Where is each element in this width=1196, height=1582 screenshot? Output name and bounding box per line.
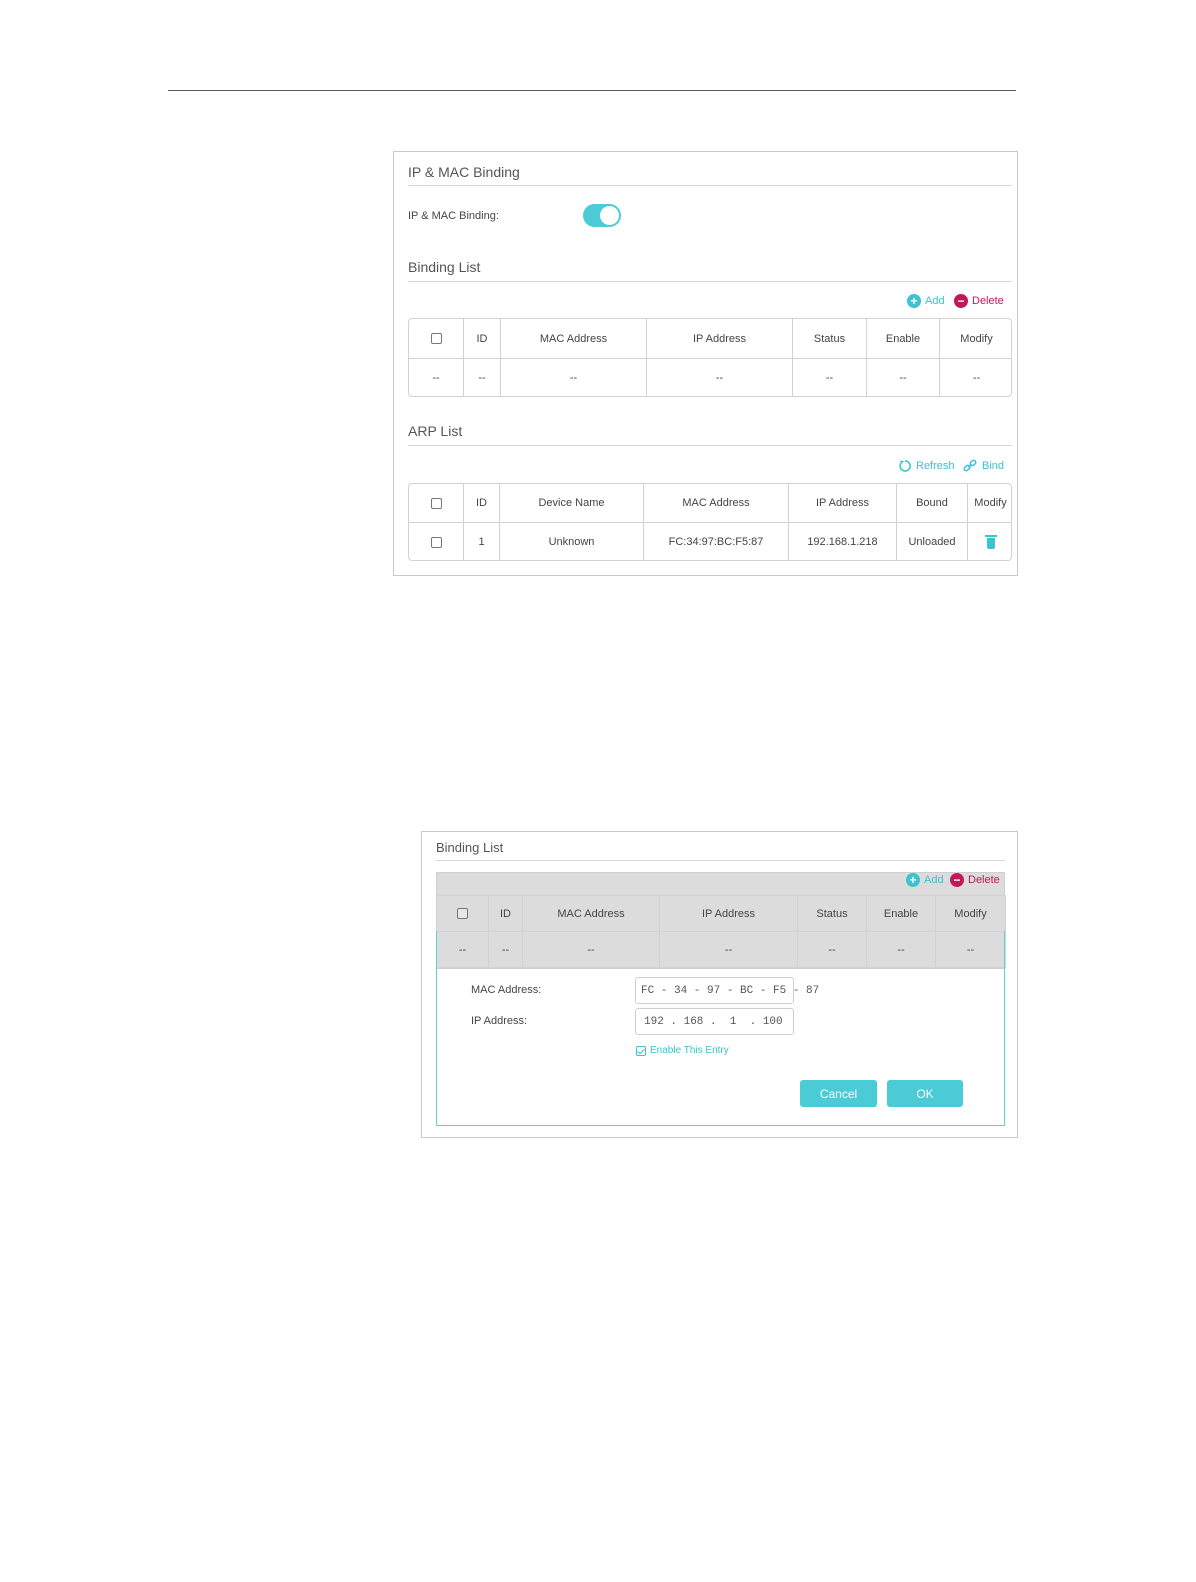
col-header: Modify [939,319,1011,359]
delete-button[interactable]: − Delete [950,873,1000,887]
binding-list-title: Binding List [436,840,504,855]
col-header: ID [488,895,523,932]
enable-entry-checkbox[interactable]: Enable This Entry [636,1045,729,1056]
ip-address-field[interactable]: 192 . 168 . 1 . 100 [635,1008,794,1035]
select-all-cell [409,484,464,523]
select-all-cell [436,895,489,932]
link-icon [963,459,977,472]
col-header: Modify [935,895,1006,932]
binding-list-title: Binding List [408,259,481,275]
table-cell: Unloaded [896,522,968,560]
delete-label: Delete [968,874,1000,886]
col-header: Bound [896,484,968,523]
ok-button[interactable]: OK [887,1080,963,1107]
refresh-icon [899,460,911,472]
table-cell: -- [939,358,1011,396]
mac-address-label: MAC Address: [471,984,542,996]
col-header: Status [797,895,867,932]
table-cell: Unknown [499,522,644,560]
select-all-checkbox[interactable] [457,908,468,920]
enable-entry-label: Enable This Entry [650,1045,729,1056]
minus-circle-icon: − [954,294,968,308]
plus-circle-icon: + [907,294,921,308]
select-all-cell [409,319,464,359]
add-button[interactable]: + Add [906,873,944,887]
delete-button[interactable]: − Delete [954,294,1004,308]
select-all-checkbox[interactable] [430,333,442,345]
section-divider [436,860,1005,861]
refresh-button[interactable]: Refresh [898,459,955,473]
table-row: -- -- -- -- -- -- -- [409,358,1011,396]
cancel-button[interactable]: Cancel [800,1080,877,1107]
checkmark-icon [636,1045,646,1056]
bind-label: Bind [982,460,1005,472]
table-cell: FC:34:97:BC:F5:87 [643,522,789,560]
mac-address-field[interactable]: FC - 34 - 97 - BC - F5 - 87 [635,977,819,1004]
table-cell: -- [646,358,793,396]
col-header: MAC Address [643,484,789,523]
col-header: Enable [866,319,940,359]
ip-address-label: IP Address: [471,1015,528,1027]
table-cell: 192.168.1.218 [788,522,897,560]
col-header: IP Address [659,895,798,932]
delete-label: Delete [972,295,1004,307]
table-cell: -- [866,358,940,396]
minus-circle-icon: − [950,873,964,887]
arp-list-table-frame: ID Device Name MAC Address IP Address Bo… [408,483,1012,561]
table-cell: 1 [463,522,500,560]
modify-cell [967,522,1011,560]
section-divider [408,185,1012,186]
bind-button[interactable]: Bind [963,459,1004,473]
col-header: Enable [866,895,936,932]
col-header: ID [463,484,500,523]
select-all-checkbox[interactable] [430,497,442,509]
table-cell: -- [463,358,501,396]
arp-list-table: ID Device Name MAC Address IP Address Bo… [409,484,1011,560]
section-divider [408,281,1012,282]
col-header: Status [792,319,867,359]
page-header-rule [168,90,1016,91]
col-header: MAC Address [500,319,647,359]
row-checkbox[interactable] [430,536,442,548]
col-header: IP Address [646,319,793,359]
add-label: Add [924,874,944,886]
col-header: ID [463,319,501,359]
table-row: 1 Unknown FC:34:97:BC:F5:87 192.168.1.21… [409,522,1011,560]
col-header: Device Name [499,484,644,523]
table-cell: -- [500,358,647,396]
table-cell: -- [409,358,464,396]
arp-list-title: ARP List [408,423,463,439]
binding-list-table: ID MAC Address IP Address Status Enable … [409,319,1011,396]
ip-mac-binding-label: IP & MAC Binding: [408,210,499,222]
toggle-knob [600,206,619,225]
col-header: IP Address [788,484,897,523]
add-button[interactable]: + Add [907,294,945,308]
table-header-row: ID Device Name MAC Address IP Address Bo… [409,484,1011,523]
binding-list-table-frame: ID MAC Address IP Address Status Enable … [408,318,1012,397]
add-label: Add [925,295,945,307]
row-select-cell [409,522,464,560]
refresh-label: Refresh [916,460,955,472]
ip-mac-binding-title: IP & MAC Binding [408,164,520,180]
table-header-row: ID MAC Address IP Address Status Enable … [436,895,1006,932]
section-divider [408,445,1012,446]
table-header-row: ID MAC Address IP Address Status Enable … [409,319,1011,359]
col-header: Modify [967,484,1011,523]
ip-mac-binding-toggle[interactable] [583,204,621,227]
col-header: MAC Address [522,895,660,932]
table-cell: -- [792,358,867,396]
plus-circle-icon: + [906,873,920,887]
trash-icon[interactable] [984,535,997,549]
